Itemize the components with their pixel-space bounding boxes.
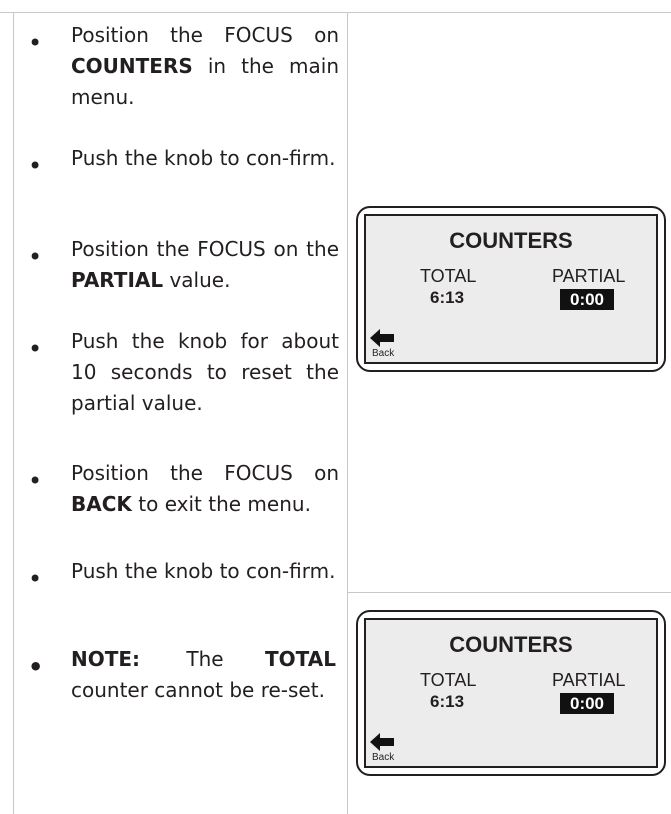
row-divider	[347, 592, 671, 593]
instruction-step-3: Position the FOCUS on the PARTIAL value.	[71, 237, 339, 292]
screen-title: COUNTERS	[449, 228, 573, 253]
note-paragraph: NOTE: The TOTAL counter cannot be re-set.	[71, 644, 339, 706]
screen-title: COUNTERS	[449, 632, 573, 657]
partial-value[interactable]: 0:00	[560, 693, 614, 714]
total-label: TOTAL	[420, 266, 477, 286]
bullet: •	[28, 467, 43, 495]
column-divider	[347, 12, 348, 814]
instruction-step-4: Push the knob for about 10 seconds to re…	[71, 329, 339, 415]
counters-display-panel: COUNTERS TOTAL PARTIAL 6:13 0:00 Back	[356, 206, 666, 372]
back-label[interactable]: Back	[372, 348, 394, 359]
left-arrow-icon[interactable]	[370, 329, 394, 347]
lcd-screen: COUNTERS TOTAL PARTIAL 6:13 0:00 Back	[364, 618, 658, 768]
left-arrow-icon[interactable]	[370, 733, 394, 751]
bullet: •	[28, 653, 44, 681]
table-top-border	[0, 12, 671, 13]
instruction-step-6: Push the knob to con-firm.	[71, 559, 336, 583]
bullet: •	[28, 335, 43, 363]
partial-label: PARTIAL	[552, 266, 626, 286]
lcd-screen: COUNTERS TOTAL PARTIAL 6:13 0:00 Back	[364, 214, 658, 364]
note-label: NOTE:	[71, 647, 141, 671]
total-keyword: TOTAL	[265, 647, 336, 671]
total-value: 6:13	[430, 288, 465, 307]
bullet: •	[28, 152, 43, 180]
bullet: •	[28, 243, 43, 271]
bullet: •	[28, 565, 43, 593]
instruction-step-1: Position the FOCUS on COUNTERS in the ma…	[71, 23, 339, 109]
partial-value[interactable]: 0:00	[560, 289, 614, 310]
total-value: 6:13	[430, 692, 465, 711]
total-label: TOTAL	[420, 670, 477, 690]
table-left-border	[13, 12, 14, 814]
bullet: •	[28, 29, 43, 57]
partial-label: PARTIAL	[552, 670, 626, 690]
back-label[interactable]: Back	[372, 752, 394, 763]
counters-display-panel: COUNTERS TOTAL PARTIAL 6:13 0:00 Back	[356, 610, 666, 776]
instruction-step-5: Position the FOCUS on BACK to exit the m…	[71, 461, 339, 516]
instruction-step-2: Push the knob to con-firm.	[71, 146, 336, 170]
